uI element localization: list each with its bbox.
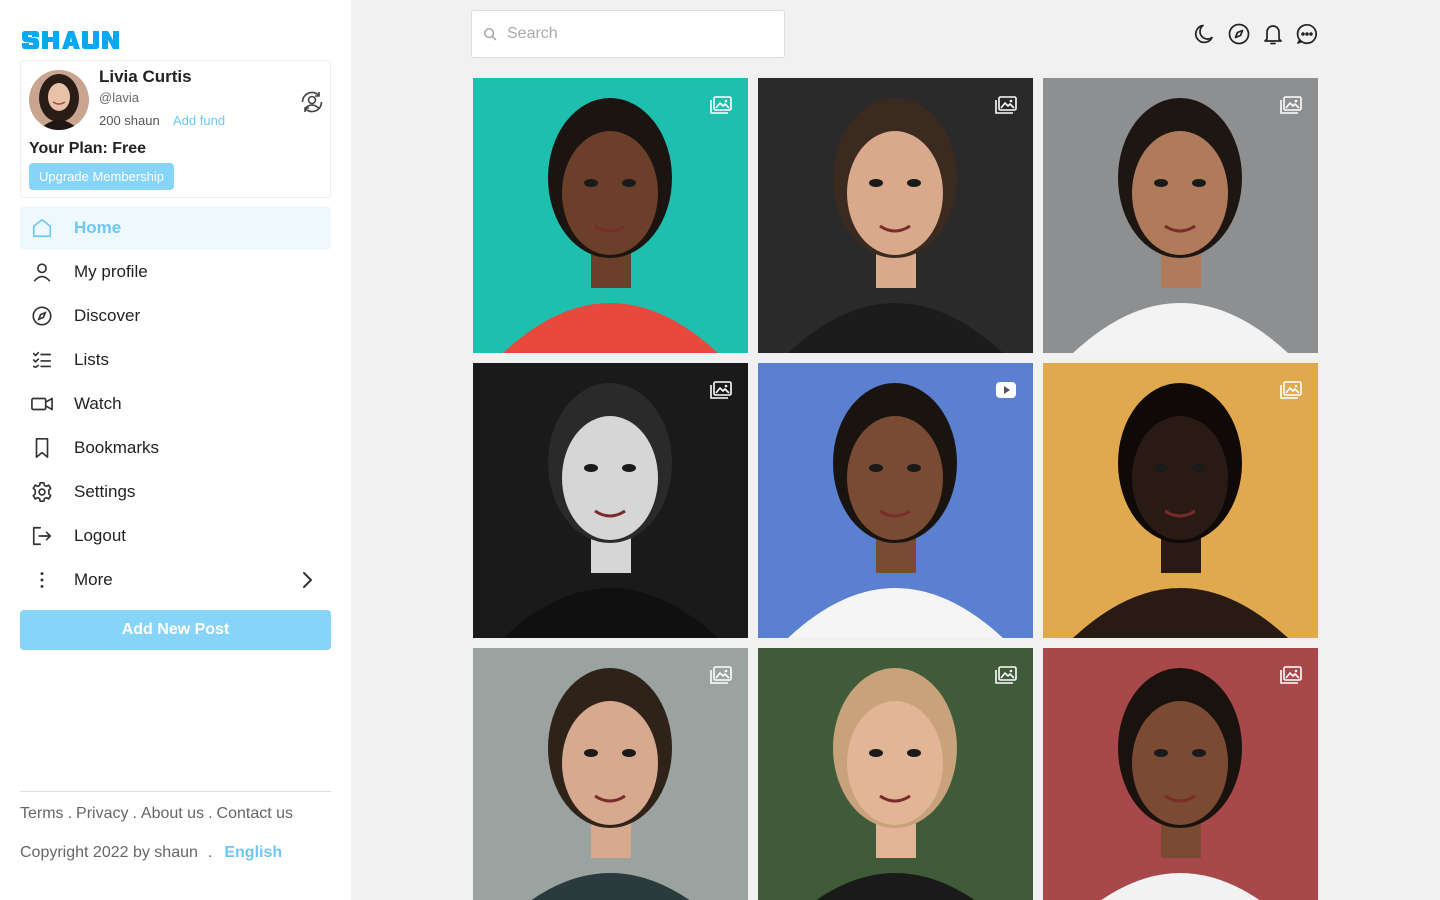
footer-separator: .	[67, 805, 73, 822]
about-us-link[interactable]: About us	[141, 805, 204, 823]
sidebar-item-label: Home	[74, 218, 122, 237]
sidebar-item-label: Discover	[74, 306, 141, 325]
sidebar-item-label: Settings	[74, 482, 136, 501]
sidebar-item-more[interactable]: More	[20, 558, 331, 602]
post-photo	[473, 363, 748, 638]
footer-separator: .	[208, 805, 213, 822]
bookmark-icon	[30, 436, 54, 460]
sidebar-item-label: Lists	[74, 350, 109, 369]
post-photo	[473, 648, 748, 900]
post-tile[interactable]	[758, 78, 1033, 353]
post-photo	[473, 78, 748, 353]
sidebar-item-settings[interactable]: Settings	[20, 470, 331, 514]
list-icon	[30, 348, 54, 372]
avatar-image	[29, 70, 89, 130]
profile-card: Livia Curtis @lavia 200 shaun Add fund Y…	[20, 60, 331, 198]
brand-logo[interactable]	[20, 28, 120, 52]
sidebar-item-bookmarks[interactable]: Bookmarks	[20, 426, 331, 470]
profile-name: Livia Curtis	[99, 67, 192, 86]
post-tile[interactable]	[1043, 78, 1318, 353]
home-icon	[30, 216, 54, 240]
video-badge-icon	[995, 381, 1017, 399]
footer-divider	[20, 791, 331, 792]
top-actions	[1193, 22, 1329, 46]
post-tile[interactable]	[1043, 648, 1318, 900]
more-vertical-icon	[30, 568, 54, 592]
sidebar-item-label: Watch	[74, 394, 122, 413]
image-badge-icon	[1280, 666, 1302, 684]
sidebar-item-logout[interactable]: Logout	[20, 514, 331, 558]
footer-separator: .	[207, 844, 213, 861]
post-tile[interactable]	[473, 78, 748, 353]
plan-label: Your Plan: Free	[29, 140, 147, 157]
post-photo	[1043, 363, 1318, 638]
sidebar-item-label: Bookmarks	[74, 438, 160, 457]
image-badge-icon	[710, 666, 732, 684]
post-tile[interactable]	[758, 363, 1033, 638]
logout-icon	[30, 524, 54, 548]
moon-icon[interactable]	[1193, 22, 1217, 46]
sidebar-item-discover[interactable]: Discover	[20, 294, 331, 338]
image-badge-icon	[995, 666, 1017, 684]
search-input[interactable]	[507, 25, 767, 43]
image-badge-icon	[710, 96, 732, 114]
sidebar-item-lists[interactable]: Lists	[20, 338, 331, 382]
search-icon	[484, 28, 497, 41]
sidebar-item-label: More	[74, 570, 113, 589]
sidebar-item-label: Logout	[74, 526, 126, 545]
compass-icon	[30, 304, 54, 328]
sidebar-nav: Home My profile Discover Lists Watch Boo…	[20, 206, 331, 602]
add-new-post-button[interactable]: Add New Post	[20, 610, 331, 650]
chevron-right-icon[interactable]	[295, 568, 319, 592]
bell-icon[interactable]	[1261, 22, 1285, 46]
gear-icon	[30, 480, 54, 504]
post-grid	[473, 78, 1318, 900]
sidebar-item-my-profile[interactable]: My profile	[20, 250, 331, 294]
copyright-text: Copyright 2022 by shaun	[20, 844, 198, 861]
sidebar-item-label: My profile	[74, 262, 148, 281]
compass-icon[interactable]	[1227, 22, 1251, 46]
post-photo	[758, 648, 1033, 900]
add-fund-link[interactable]: Add fund	[173, 113, 225, 128]
terms-link[interactable]: Terms	[20, 805, 64, 823]
footer-separator: .	[132, 805, 137, 822]
post-tile[interactable]	[758, 648, 1033, 900]
upgrade-membership-button[interactable]: Upgrade Membership	[29, 163, 175, 190]
footer-links: Terms. Privacy. About us. Contact us	[20, 805, 293, 823]
search-box[interactable]	[471, 10, 785, 58]
image-badge-icon	[1280, 96, 1302, 114]
language-selector[interactable]: English	[224, 844, 282, 862]
post-photo	[758, 78, 1033, 353]
post-tile[interactable]	[473, 363, 748, 638]
post-photo	[1043, 648, 1318, 900]
sidebar-item-home[interactable]: Home	[20, 206, 331, 250]
sidebar: Livia Curtis @lavia 200 shaun Add fund Y…	[0, 0, 351, 900]
profile-balance: 200 shaun	[99, 113, 160, 128]
contact-us-link[interactable]: Contact us	[217, 805, 293, 823]
copyright-row: Copyright 2022 by shaun . English	[20, 844, 282, 862]
post-tile[interactable]	[1043, 363, 1318, 638]
image-badge-icon	[995, 96, 1017, 114]
post-photo	[1043, 78, 1318, 353]
switch-account-icon[interactable]	[299, 89, 325, 115]
image-badge-icon	[710, 381, 732, 399]
video-icon	[30, 392, 54, 416]
image-badge-icon	[1280, 381, 1302, 399]
avatar[interactable]	[29, 70, 89, 130]
post-photo	[758, 363, 1033, 638]
chat-icon[interactable]	[1295, 22, 1319, 46]
sidebar-item-watch[interactable]: Watch	[20, 382, 331, 426]
privacy-link[interactable]: Privacy	[76, 805, 128, 823]
post-tile[interactable]	[473, 648, 748, 900]
user-icon	[30, 260, 54, 284]
profile-handle: @lavia	[99, 90, 139, 105]
shaun-logo-icon	[22, 31, 119, 49]
